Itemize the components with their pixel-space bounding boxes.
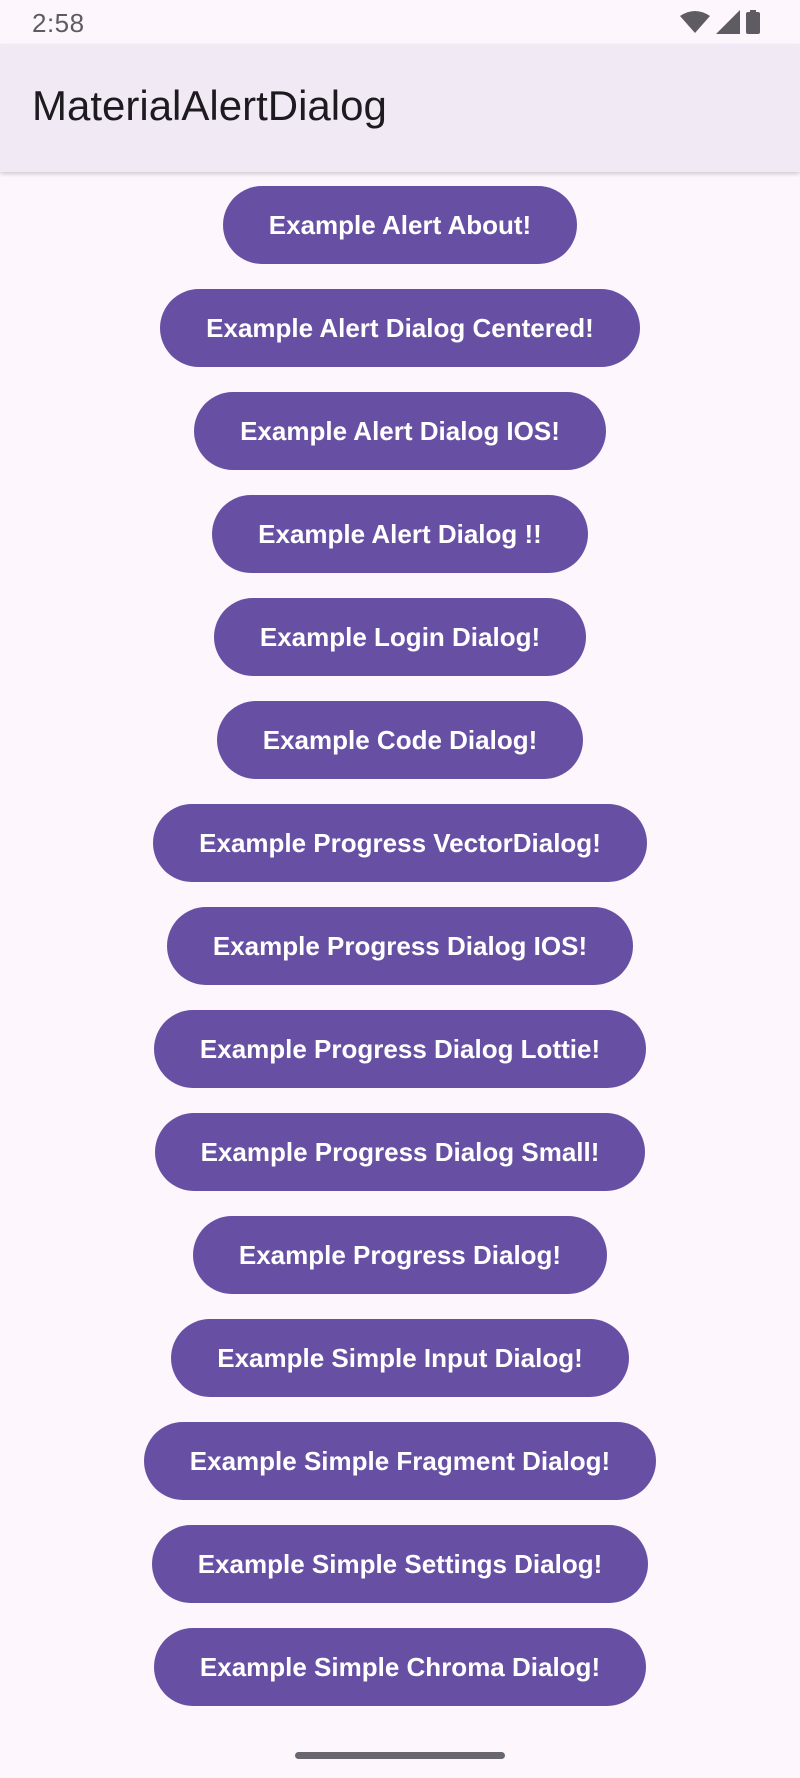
dialog-button-list: Example Alert About! Example Alert Dialo… [0,186,800,1731]
home-indicator[interactable] [295,1752,505,1759]
login-dialog-button[interactable]: Example Login Dialog! [213,598,587,676]
wifi-icon [680,11,710,33]
cell-signal-icon [716,10,740,34]
simple-settings-dialog-button[interactable]: Example Simple Settings Dialog! [151,1525,649,1603]
alert-dialog-ios-button[interactable]: Example Alert Dialog IOS! [194,392,606,470]
alert-about-button[interactable]: Example Alert About! [222,186,578,264]
alert-dialog-centered-button[interactable]: Example Alert Dialog Centered! [160,289,640,367]
simple-fragment-dialog-button[interactable]: Example Simple Fragment Dialog! [143,1422,657,1500]
status-time: 2:58 [32,8,85,38]
app-bar: MaterialAlertDialog [0,44,800,172]
simple-chroma-dialog-button[interactable]: Example Simple Chroma Dialog! [153,1628,647,1706]
progress-dialog-button[interactable]: Example Progress Dialog! [192,1216,608,1294]
code-dialog-button[interactable]: Example Code Dialog! [216,701,584,779]
status-icons [680,10,760,34]
page-title: MaterialAlertDialog [32,82,387,129]
progress-vector-dialog-button[interactable]: Example Progress VectorDialog! [153,804,647,882]
status-bar: 2:58 [0,0,800,44]
simple-input-dialog-button[interactable]: Example Simple Input Dialog! [171,1319,629,1397]
progress-dialog-ios-button[interactable]: Example Progress Dialog IOS! [166,907,634,985]
progress-dialog-lottie-button[interactable]: Example Progress Dialog Lottie! [153,1010,647,1088]
battery-icon [746,10,760,34]
alert-dialog-button[interactable]: Example Alert Dialog !! [212,495,588,573]
progress-dialog-small-button[interactable]: Example Progress Dialog Small! [154,1113,646,1191]
